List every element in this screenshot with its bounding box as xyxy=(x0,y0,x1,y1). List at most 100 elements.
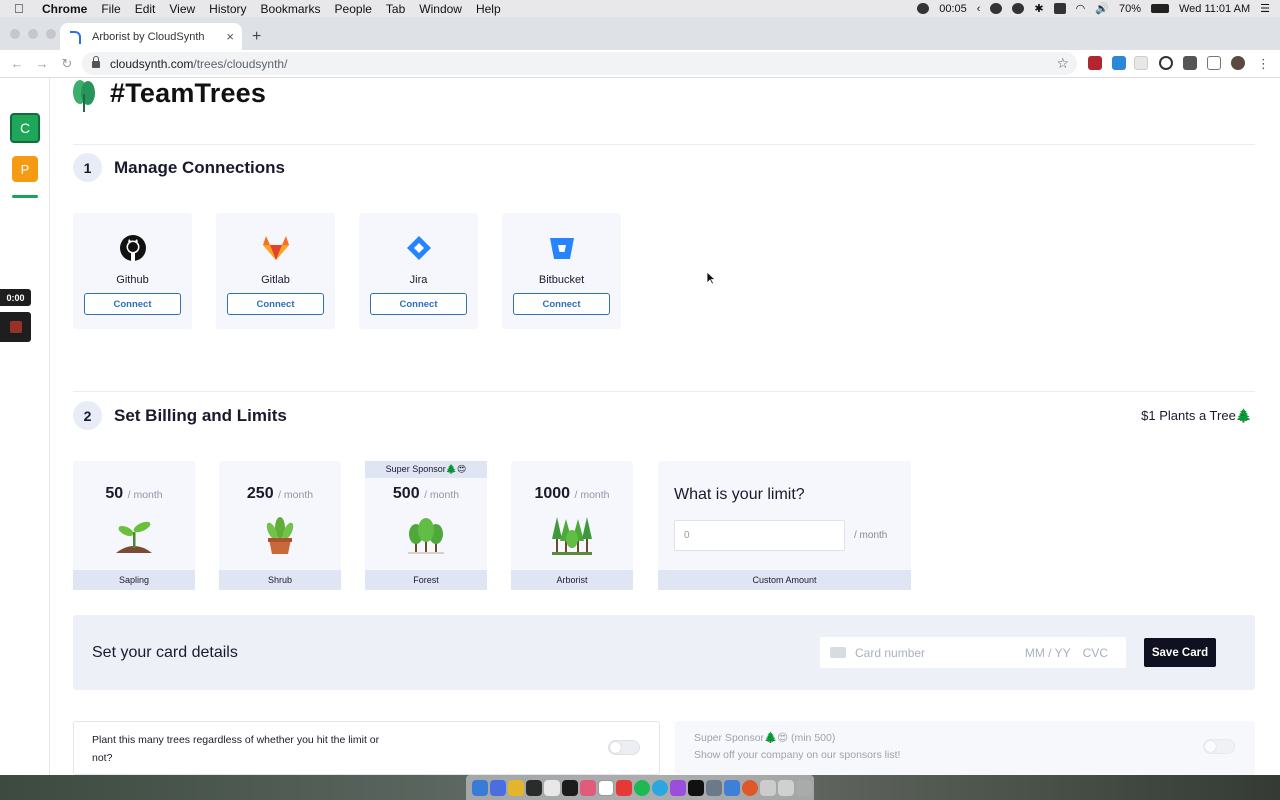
save-card-button[interactable]: Save Card xyxy=(1144,638,1216,667)
airplay-icon[interactable] xyxy=(1053,3,1066,14)
menu-window[interactable]: Window xyxy=(419,2,462,16)
tier-card-shrub[interactable]: 250 / month Shrub xyxy=(219,461,341,590)
telegram-icon[interactable] xyxy=(652,779,668,796)
menubar-clock[interactable]: Wed 11:01 AM xyxy=(1179,3,1250,15)
app-icon[interactable] xyxy=(490,779,506,796)
firefox-icon[interactable] xyxy=(742,779,758,796)
connect-gitlab-button[interactable]: Connect xyxy=(227,293,324,315)
battery-percent[interactable]: 70% xyxy=(1119,3,1141,15)
lock-icon[interactable] xyxy=(92,56,100,68)
cast-icon[interactable] xyxy=(1207,56,1221,70)
connect-github-button[interactable]: Connect xyxy=(84,293,181,315)
section-divider xyxy=(73,391,1255,392)
menu-help[interactable]: Help xyxy=(476,2,501,16)
menu-tab[interactable]: Tab xyxy=(386,2,405,16)
new-tab-icon[interactable]: + xyxy=(252,28,261,46)
forward-icon[interactable]: → xyxy=(34,56,50,71)
trash-icon[interactable] xyxy=(796,779,812,796)
app-icon[interactable] xyxy=(724,779,740,796)
wifi-icon[interactable]: ◠ xyxy=(1076,2,1086,15)
bluetooth-icon[interactable]: ✱ xyxy=(1034,2,1043,15)
rail-indicator xyxy=(12,195,38,198)
recorder-icon[interactable] xyxy=(917,3,930,14)
menu-app-name[interactable]: Chrome xyxy=(42,2,87,16)
settings-icon[interactable] xyxy=(990,3,1003,14)
profile-avatar[interactable] xyxy=(1231,56,1245,70)
macos-dock xyxy=(466,775,814,800)
card-expiry-placeholder[interactable]: MM / YY xyxy=(1025,646,1071,660)
menu-file[interactable]: File xyxy=(101,2,120,16)
notification-center-icon[interactable]: ☰ xyxy=(1260,2,1270,15)
document-icon[interactable] xyxy=(760,779,776,796)
extension-grey-icon[interactable] xyxy=(1134,56,1148,70)
app-icon[interactable] xyxy=(544,779,560,796)
workspace-c-button[interactable]: C xyxy=(10,113,40,143)
app-icon[interactable] xyxy=(616,779,632,796)
document-icon[interactable] xyxy=(778,779,794,796)
connection-card-gitlab: Gitlab Connect xyxy=(216,213,335,329)
tier-card-forest[interactable]: Super Sponsor🌲😍 500 / month Forest xyxy=(365,461,487,590)
close-window-icon[interactable] xyxy=(10,29,20,39)
super-sponsor-title: Super Sponsor🌲😍 (min 500) xyxy=(694,732,836,744)
minimize-window-icon[interactable] xyxy=(28,29,38,39)
extensions-puzzle-icon[interactable] xyxy=(1183,56,1197,70)
finder-icon[interactable] xyxy=(472,779,488,796)
card-cvc-placeholder[interactable]: CVC xyxy=(1083,646,1108,660)
extension-shield-icon[interactable] xyxy=(1088,56,1102,70)
address-bar[interactable]: cloudsynth.com /trees/cloudsynth/ ☆ xyxy=(82,52,1077,75)
app-icon[interactable] xyxy=(526,779,542,796)
tab-title: Arborist by CloudSynth xyxy=(92,30,205,43)
back-icon[interactable]: ← xyxy=(9,56,25,71)
browser-tab-active[interactable]: Arborist by CloudSynth × xyxy=(60,23,242,50)
connect-jira-button[interactable]: Connect xyxy=(370,293,467,315)
tier-label: Sapling xyxy=(73,570,195,590)
recording-stop-button[interactable] xyxy=(0,312,31,342)
slack-icon[interactable] xyxy=(580,779,596,796)
notion-icon[interactable] xyxy=(598,779,614,796)
card-number-placeholder[interactable]: Card number xyxy=(855,646,1025,660)
url-path: /trees/cloudsynth/ xyxy=(193,56,288,71)
tier-amount: 500 / month xyxy=(365,485,487,503)
github-icon xyxy=(116,231,150,265)
close-tab-icon[interactable]: × xyxy=(226,29,234,44)
custom-limit-input[interactable]: 0 xyxy=(674,520,845,551)
bitbucket-icon xyxy=(545,231,579,265)
podcasts-icon[interactable] xyxy=(670,779,686,796)
step-1-badge: 1 xyxy=(73,153,102,182)
extension-onepassword-icon[interactable] xyxy=(1159,56,1173,70)
menu-edit[interactable]: Edit xyxy=(135,2,156,16)
tier-label: Custom Amount xyxy=(658,570,911,590)
battery-icon[interactable] xyxy=(1150,4,1169,13)
connection-card-github: Github Connect xyxy=(73,213,192,329)
macos-menubar:  Chrome File Edit View History Bookmark… xyxy=(0,0,1280,17)
volume-icon[interactable]: 🔊 xyxy=(1095,2,1109,15)
zoom-window-icon[interactable] xyxy=(46,29,56,39)
app-icon[interactable] xyxy=(706,779,722,796)
bookmark-star-icon[interactable]: ☆ xyxy=(1056,55,1069,72)
menu-view[interactable]: View xyxy=(169,2,195,16)
super-sponsor-badge: Super Sponsor🌲😍 xyxy=(365,461,487,478)
browser-toolbar: ← → ↻ cloudsynth.com /trees/cloudsynth/ … xyxy=(0,50,1280,78)
spotify-icon[interactable] xyxy=(634,779,650,796)
tier-card-sapling[interactable]: 50 / month Sapling xyxy=(73,461,195,590)
chrome-icon[interactable] xyxy=(508,779,524,796)
super-sponsor-toggle[interactable] xyxy=(1203,739,1235,754)
menu-people[interactable]: People xyxy=(335,2,372,16)
reload-icon[interactable]: ↻ xyxy=(59,56,75,72)
apple-icon[interactable]:  xyxy=(14,1,30,16)
connect-bitbucket-button[interactable]: Connect xyxy=(513,293,610,315)
tier-card-arborist[interactable]: 1000 / month Arborist xyxy=(511,461,633,590)
chevron-left-icon[interactable]: ‹ xyxy=(977,3,981,15)
tv-icon[interactable] xyxy=(688,779,704,796)
menu-history[interactable]: History xyxy=(209,2,246,16)
app-icon[interactable] xyxy=(562,779,578,796)
password-icon[interactable] xyxy=(1012,3,1025,14)
card-input-field[interactable]: Card number MM / YY CVC xyxy=(820,637,1126,668)
sapling-icon xyxy=(116,521,152,553)
workspace-p-button[interactable]: P xyxy=(12,156,38,182)
extension-blue-icon[interactable] xyxy=(1112,56,1126,70)
menu-bookmarks[interactable]: Bookmarks xyxy=(261,2,321,16)
chrome-menu-icon[interactable]: ⋮ xyxy=(1257,56,1271,71)
plant-regardless-toggle[interactable] xyxy=(608,740,640,755)
tier-period: / month xyxy=(127,489,163,501)
